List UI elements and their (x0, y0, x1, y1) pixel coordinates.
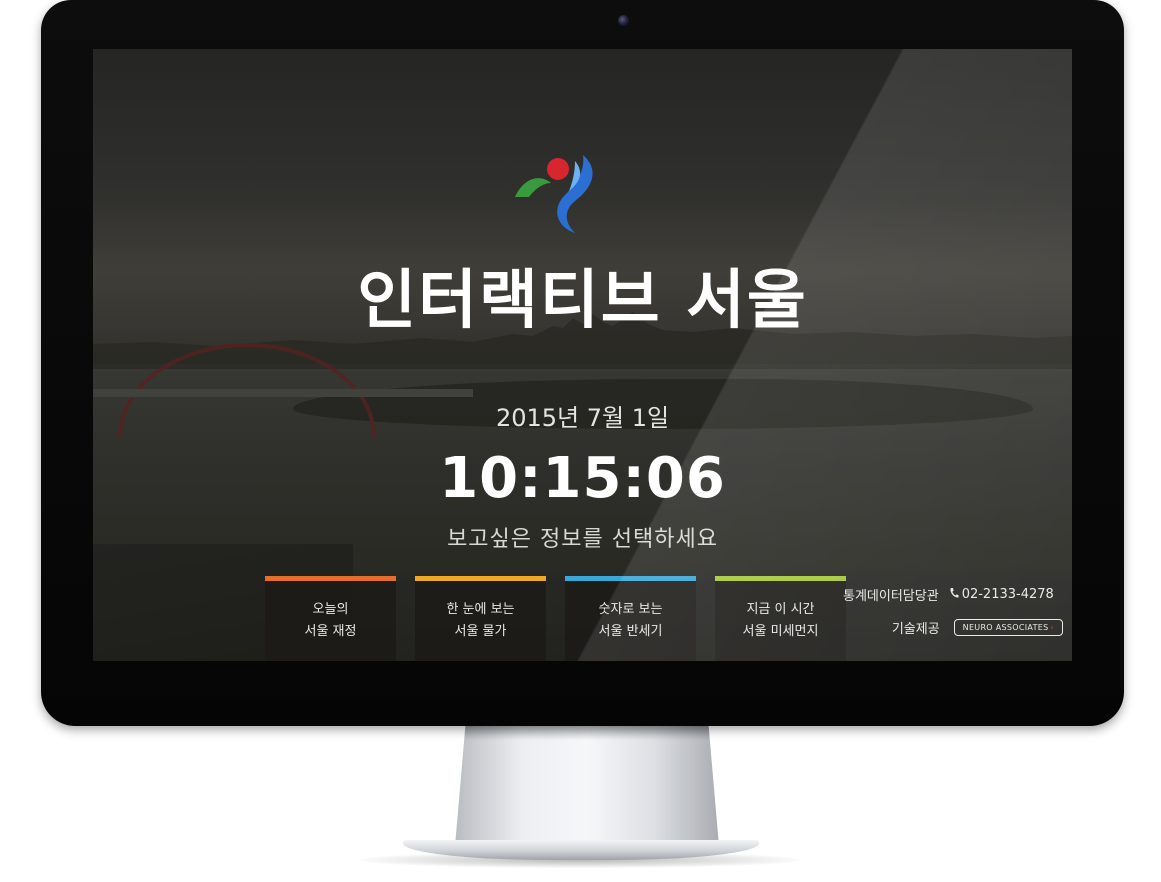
menu-tile-line1: 오늘의 (312, 602, 349, 617)
phone-number: 02-2133-4278 (961, 587, 1054, 602)
arrow-right-icon: › (1050, 623, 1054, 632)
page-title: 인터랙티브 서울 (357, 264, 808, 338)
contact-info: 통계데이터담당관 02-2133-4278 기술제공 NEURO ASSOCIA… (843, 585, 1063, 637)
phone-number-group[interactable]: 02-2133-4278 (949, 587, 1054, 602)
tech-label: 기술제공 (891, 622, 940, 637)
menu-tile-line2: 서울 재정 (304, 624, 357, 639)
info-menu: 오늘의 서울 재정 한 눈에 보는 서울 물가 숫자로 보는 서울 반세기 지금… (265, 576, 846, 661)
menu-tile-line1: 한 눈에 보는 (446, 602, 515, 617)
background-dim-overlay (93, 49, 1072, 661)
monitor-stand-neck (455, 724, 719, 846)
tech-credit: 기술제공 NEURO ASSOCIATES › (843, 618, 1063, 637)
seoul-logo-icon (515, 155, 593, 233)
phone-icon (950, 588, 959, 598)
monitor-mockup: 인터랙티브 서울 2015년 7월 1일 10:15:06 보고싶은 정보를 선… (0, 0, 1161, 882)
department-name: 통계데이터담당관 (843, 589, 939, 604)
menu-tile-line2: 서울 미세먼지 (742, 624, 819, 639)
screen: 인터랙티브 서울 2015년 7월 1일 10:15:06 보고싶은 정보를 선… (93, 49, 1072, 661)
webcam-icon (618, 15, 629, 26)
selection-prompt: 보고싶은 정보를 선택하세요 (447, 527, 718, 552)
menu-tile-seoul-finance[interactable]: 오늘의 서울 재정 (265, 576, 396, 661)
menu-tile-line2: 서울 물가 (454, 624, 507, 639)
current-time: 10:15:06 (439, 446, 726, 511)
vendor-link-button[interactable]: NEURO ASSOCIATES › (953, 619, 1063, 636)
menu-tile-seoul-fine-dust[interactable]: 지금 이 시간 서울 미세먼지 (715, 576, 846, 661)
vendor-name: NEURO ASSOCIATES (962, 623, 1049, 632)
menu-tile-seoul-prices[interactable]: 한 눈에 보는 서울 물가 (415, 576, 546, 661)
menu-tile-seoul-half-century[interactable]: 숫자로 보는 서울 반세기 (565, 576, 696, 661)
menu-tile-line1: 숫자로 보는 (598, 602, 663, 617)
menu-tile-line2: 서울 반세기 (598, 624, 663, 639)
current-date: 2015년 7월 1일 (495, 404, 670, 432)
department-contact: 통계데이터담당관 02-2133-4278 (843, 585, 1063, 604)
menu-tile-line1: 지금 이 시간 (746, 602, 815, 617)
